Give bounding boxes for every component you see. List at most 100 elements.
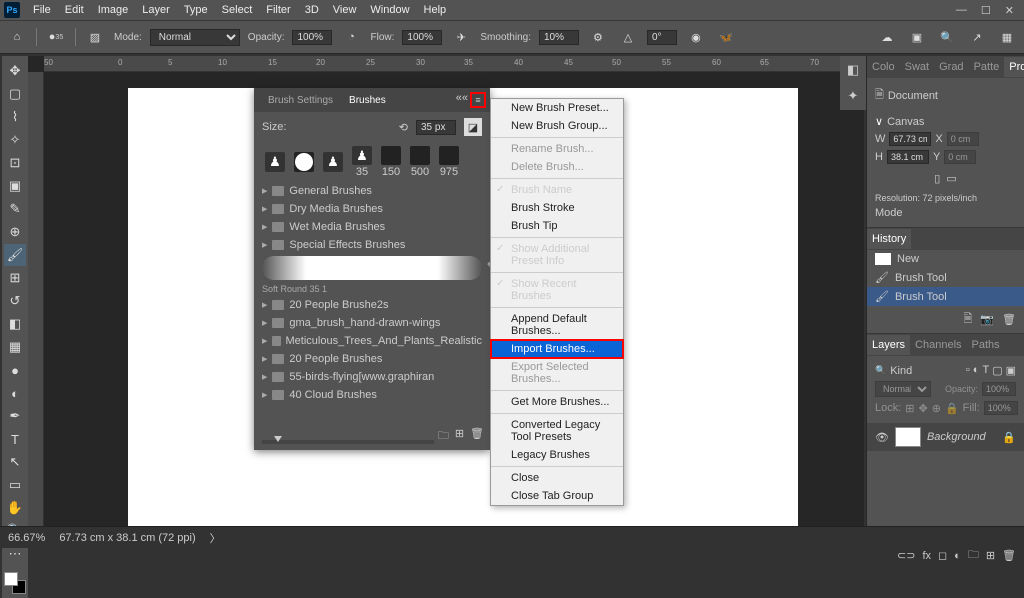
filter-smart-icon[interactable]: ▣ [1006,364,1016,377]
cloud-docs-icon[interactable]: ☁ [876,26,898,48]
brush-thumb[interactable]: 500 [407,146,433,178]
menu-select[interactable]: Select [215,2,260,18]
menu-import-brushes[interactable]: Import Brushes... [491,340,623,358]
panel-collapse-icon[interactable]: «« [456,92,468,104]
adjustment-icon[interactable]: ◐ [954,550,961,562]
brush-thumb[interactable] [291,146,317,178]
group-icon[interactable]: 🗀 [968,546,979,565]
smoothing-input[interactable] [539,30,579,45]
tab-brushes[interactable]: Brushes [341,91,394,110]
pen-tool[interactable]: ✒ [4,405,26,427]
history-brush-tool[interactable]: ↺ [4,290,26,312]
folder-row[interactable]: ▶Meticulous_Trees_And_Plants_Realistic [254,332,490,350]
eyedropper-tool[interactable]: ✎ [4,198,26,220]
delete-icon[interactable]: 🗑 [1002,549,1016,562]
symmetry-icon[interactable]: 🦋 [715,26,737,48]
workspace-icon[interactable]: ▦ [996,26,1018,48]
brush-preset-icon[interactable]: ●35 [45,26,67,48]
tab-patterns[interactable]: Patte [969,57,1005,77]
menu-brush-name[interactable]: ✓Brush Name [491,181,623,199]
history-snapshot[interactable]: New [867,250,1024,268]
healing-tool[interactable]: ⊕ [4,221,26,243]
menu-new-group[interactable]: New Brush Group... [491,117,623,135]
size-slider[interactable] [262,440,434,444]
tab-gradients[interactable]: Grad [934,57,968,77]
menu-additional-info[interactable]: ✓Show Additional Preset Info [491,240,623,270]
crop-tool[interactable]: ⊡ [4,152,26,174]
menu-view[interactable]: View [326,2,364,18]
menu-type[interactable]: Type [177,2,215,18]
frame-tool[interactable]: ▣ [4,175,26,197]
pressure-opacity-icon[interactable]: ◔ [340,26,362,48]
lock-position-icon[interactable]: ✥ [919,402,928,415]
flow-input[interactable] [402,30,442,45]
tab-brush-settings[interactable]: Brush Settings [260,91,341,110]
wand-tool[interactable]: ✧ [4,129,26,151]
fx-icon[interactable]: fx [922,550,931,562]
share-icon[interactable]: ↗ [966,26,988,48]
opacity-input[interactable] [292,30,332,45]
menu-recent-brushes[interactable]: ✓Show Recent Brushes [491,275,623,305]
menu-image[interactable]: Image [91,2,136,18]
gradient-tool[interactable]: ▦ [4,336,26,358]
color-panel-icon[interactable]: ◧ [847,62,859,78]
brush-thumb[interactable]: ♟ [320,146,346,178]
blur-tool[interactable]: ● [4,359,26,381]
folder-row[interactable]: ▶20 People Brushes [254,350,490,368]
stamp-tool[interactable]: ⊞ [4,267,26,289]
doc-dimensions[interactable]: 67.73 cm x 38.1 cm (72 ppi) [59,532,195,544]
layer-opacity-input[interactable] [982,382,1016,396]
tab-color[interactable]: Colo [867,57,900,77]
fg-color-swatch[interactable] [4,572,18,586]
zoom-level[interactable]: 66.67% [8,532,45,544]
menu-legacy-presets[interactable]: Converted Legacy Tool Presets [491,416,623,446]
landscape-icon[interactable]: ▭ [946,172,956,185]
delete-icon[interactable]: 🗑 [1002,313,1016,326]
filter-pixel-icon[interactable]: ▫ [966,364,970,377]
filter-shape-icon[interactable]: ▢ [992,364,1002,377]
link-icon[interactable]: ⊂⊃ [897,549,915,562]
brush-panel-icon[interactable]: ▨ [84,26,106,48]
ruler-horizontal[interactable]: 50 0 5 10 15 20 25 30 35 40 45 50 55 60 … [44,56,864,72]
brush-stroke-preview[interactable]: ✎ [262,256,482,280]
filter-adjust-icon[interactable]: ◐ [973,364,980,377]
blend-mode-select[interactable]: Normal [150,29,240,46]
history-state[interactable]: 🖌Brush Tool [867,287,1024,306]
portrait-icon[interactable]: ▯ [934,172,940,185]
fill-input[interactable] [984,401,1018,415]
airbrush-icon[interactable]: ✈ [450,26,472,48]
blend-select[interactable]: Normal [875,381,931,397]
brush-thumb[interactable]: ♟ [262,146,288,178]
move-tool[interactable]: ✥ [4,60,26,82]
brush-thumb[interactable]: 975 [436,146,462,178]
folder-row[interactable]: ▶40 Cloud Brushes [254,386,490,404]
delete-icon[interactable]: 🗑 [470,427,484,446]
lasso-tool[interactable]: ⌇ [4,106,26,128]
frame-icon[interactable]: ▣ [906,26,928,48]
close-icon[interactable]: ✕ [1005,4,1014,17]
folder-row[interactable]: ▶Special Effects Brushes [254,236,490,254]
maximize-icon[interactable]: ☐ [981,4,991,17]
live-tip-icon[interactable]: ◪ [464,118,482,136]
shape-tool[interactable]: ▭ [4,474,26,496]
folder-row[interactable]: ▶55-birds-flying[www.graphiran [254,368,490,386]
tab-channels[interactable]: Channels [910,335,966,355]
tab-layers[interactable]: Layers [867,335,910,355]
brush-tool[interactable]: 🖌 [4,244,26,266]
menu-brush-tip[interactable]: Brush Tip [491,217,623,235]
menu-new-preset[interactable]: New Brush Preset... [491,99,623,117]
lock-pixels-icon[interactable]: ⊕ [932,402,941,415]
y-input[interactable] [944,150,976,164]
lock-icon[interactable]: 🔒 [945,402,959,415]
eraser-tool[interactable]: ◧ [4,313,26,335]
marquee-tool[interactable]: ▢ [4,83,26,105]
snapshot-icon[interactable]: 📷 [980,313,994,326]
x-input[interactable] [947,132,979,146]
hand-tool[interactable]: ✋ [4,497,26,519]
pressure-size-icon[interactable]: ◉ [685,26,707,48]
filter-kind[interactable]: Kind [890,365,912,377]
menu-layer[interactable]: Layer [135,2,177,18]
visibility-icon[interactable]: 👁 [875,431,889,444]
slider-thumb-icon[interactable] [274,436,282,442]
home-icon[interactable]: ⌂ [6,26,28,48]
